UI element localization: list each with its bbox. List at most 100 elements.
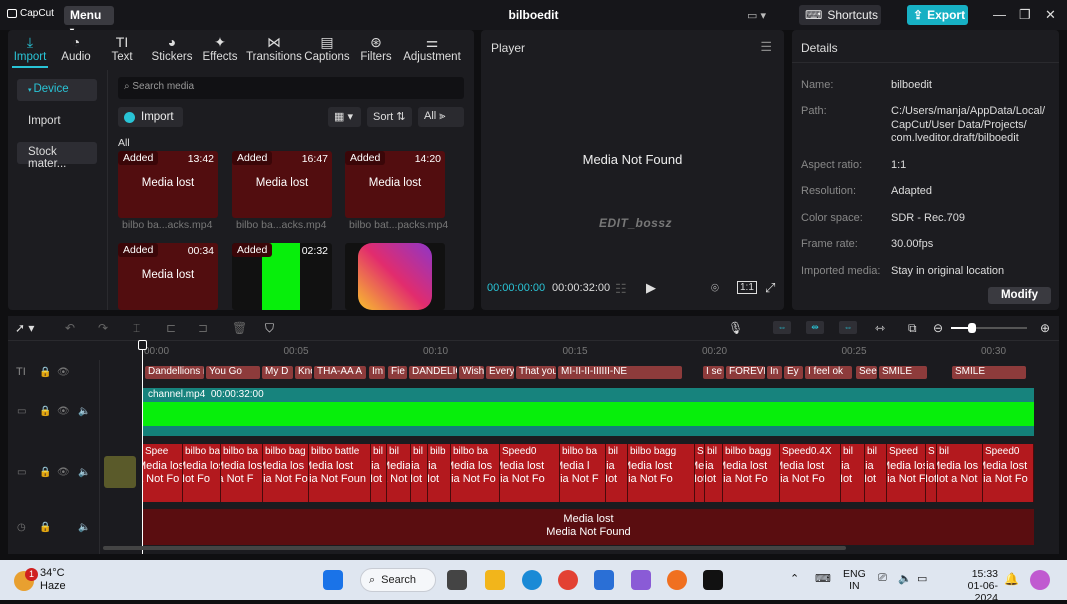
text-clip[interactable]: Every xyxy=(486,366,514,379)
lost-media-clip[interactable]: Spee Media losa Not Fo xyxy=(143,444,183,502)
lock-icon[interactable]: 🔒 xyxy=(39,406,51,417)
tab-text[interactable]: TI Text xyxy=(100,33,144,63)
timeline-scrollbar[interactable] xyxy=(103,546,846,550)
view-toggle[interactable]: ▦ ▾ xyxy=(328,107,361,127)
shield-icon[interactable]: ⛉ xyxy=(265,321,274,336)
split-icon[interactable]: ⌶ xyxy=(133,321,140,336)
delete-icon[interactable]: 🗑 xyxy=(232,321,247,335)
lost-media-clip[interactable]: bilb diaNot xyxy=(428,444,451,502)
media-thumbnail[interactable] xyxy=(345,243,445,310)
media-thumbnail[interactable]: Added 16:47 Media lost xyxy=(232,151,332,218)
clock[interactable]: 15:33 01-06-2024 xyxy=(956,568,998,604)
zoom-slider[interactable] xyxy=(951,323,1027,333)
chrome-icon[interactable] xyxy=(558,570,578,590)
lost-media-clip[interactable]: Speed0.4X Media lostdia Not Fo xyxy=(780,444,841,502)
layout-icon[interactable]: ▭ ▾ xyxy=(747,9,766,22)
trim-left-icon[interactable]: ⊏ xyxy=(166,321,176,335)
minimize-icon[interactable]: — xyxy=(993,7,1006,22)
lock-icon[interactable]: 🔒 xyxy=(39,467,51,478)
text-clip[interactable]: THA-AA A xyxy=(314,366,366,379)
lost-media-clip[interactable]: SdiaNot xyxy=(926,444,937,502)
close-icon[interactable]: ✕ xyxy=(1045,7,1056,23)
lost-media-clip[interactable]: Speed Media losdia Not Fo xyxy=(887,444,926,502)
lost-media-clip[interactable]: bilbo bagg Media lostdia Not Fo xyxy=(723,444,780,502)
playhead-handle[interactable] xyxy=(138,340,147,350)
lost-media-clip[interactable]: bil Media losNot a Not xyxy=(937,444,983,502)
text-clip[interactable]: I feel ok xyxy=(805,366,852,379)
main-clip-frames[interactable] xyxy=(143,402,1034,426)
lost-media-clip[interactable]: Speed0 Media lostdia Not Fo xyxy=(983,444,1034,502)
text-clip[interactable]: See xyxy=(856,366,877,379)
tab-effects[interactable]: ✦ Effects xyxy=(195,33,245,63)
media-thumbnail[interactable]: Added 13:42 Media lost xyxy=(118,151,218,218)
bell-icon[interactable]: 🔔 xyxy=(1004,572,1019,586)
link-toggle-icon[interactable]: ⇔ xyxy=(773,321,791,334)
zoom-slider-handle[interactable] xyxy=(968,323,976,333)
text-clip[interactable]: Im xyxy=(369,366,385,379)
tab-audio[interactable]: ◔ Audio xyxy=(52,33,100,63)
lost-media-clip[interactable]: bil diaNot xyxy=(841,444,865,502)
lost-media-clip[interactable]: bilbo ba Media losNot Fo xyxy=(183,444,221,502)
export-button[interactable]: ⇪ Export xyxy=(907,5,968,25)
main-video-clip[interactable]: channel.mp4 00:00:32:00 xyxy=(143,388,1034,402)
lost-media-clip[interactable]: bil Mediaa Not xyxy=(387,444,411,502)
lost-media-clip[interactable]: Speed0 Media lostdia Not Fo xyxy=(500,444,560,502)
modify-button[interactable]: Modify xyxy=(988,287,1051,304)
timeline-ruler[interactable]: 00:00 00:05 00:10 00:15 00:20 00:25 00:30 xyxy=(142,340,1059,360)
lost-media-clip[interactable]: bil diaNot xyxy=(371,444,387,502)
preview-axis-icon[interactable]: ⇔ xyxy=(839,321,857,334)
media-thumbnail[interactable]: Added 14:20 Media lost xyxy=(345,151,445,218)
tab-filters[interactable]: ⊛ Filters xyxy=(351,33,401,63)
lost-media-clip[interactable]: bilbo battle Media lostdia Not Foun xyxy=(309,444,371,502)
import-button[interactable]: Import xyxy=(118,107,183,127)
screen-icon[interactable]: ⧉ xyxy=(908,321,917,336)
filter-button[interactable]: All ⫸ xyxy=(418,107,464,127)
side-item-stock[interactable]: Stock mater... xyxy=(17,142,97,170)
search-input[interactable]: ⌕ Search media xyxy=(118,77,464,99)
text-clip[interactable]: DANDELIC xyxy=(409,366,457,379)
microphone-icon[interactable]: 🎙 xyxy=(728,321,743,335)
tab-captions[interactable]: ▤ Captions xyxy=(302,33,352,63)
select-cursor-icon[interactable]: ➚ ▾ xyxy=(15,321,34,335)
language-indicator[interactable]: ENG IN xyxy=(843,568,866,592)
lost-media-clip[interactable]: bil diaNot xyxy=(606,444,628,502)
menu-button[interactable]: Menu ▾ xyxy=(64,6,114,35)
chevron-up-icon[interactable]: ⌃ xyxy=(790,572,799,585)
speaker-icon[interactable]: 🔈 xyxy=(78,467,90,478)
eye-icon[interactable]: 👁 xyxy=(57,467,70,478)
edge-icon[interactable] xyxy=(522,570,542,590)
text-clip[interactable]: I se xyxy=(703,366,724,379)
tab-adjustment[interactable]: ⚌ Adjustment xyxy=(403,33,461,63)
audio-clip[interactable]: Media lost Media Not Found xyxy=(143,509,1034,545)
lost-media-clip[interactable]: bil diaNot xyxy=(411,444,428,502)
tab-import[interactable]: ⤓ Import xyxy=(8,33,52,63)
speaker-icon[interactable]: 🔈 xyxy=(78,522,90,533)
battery-icon[interactable]: ▭ xyxy=(917,572,927,585)
lost-media-clip[interactable]: S MediaNot xyxy=(695,444,705,502)
weather-widget[interactable]: 1 34°C Haze xyxy=(14,567,66,593)
keyboard-icon[interactable]: ⌨ xyxy=(815,572,831,585)
text-clip[interactable]: You Go xyxy=(206,366,260,379)
text-clip[interactable]: SMILE xyxy=(952,366,1026,379)
lost-media-clip[interactable]: bilbo ba Media ldia Not F xyxy=(560,444,606,502)
tab-transitions[interactable]: ⋈ Transitions xyxy=(246,33,302,63)
zoom-in-icon[interactable]: ⊕ xyxy=(1040,321,1050,335)
volume-icon[interactable]: 🔈 xyxy=(898,572,912,585)
task-view-icon[interactable] xyxy=(447,570,467,590)
lock-icon[interactable]: 🔒 xyxy=(39,522,51,533)
lost-media-clip[interactable]: bilbo ba Media losdia Not Fo xyxy=(451,444,500,502)
media-thumbnail[interactable]: Added 00:34 Media lost xyxy=(118,243,218,310)
undo-icon[interactable]: ↶ xyxy=(65,321,75,335)
store-icon[interactable] xyxy=(594,570,614,590)
taskbar-search[interactable]: ⌕ Search xyxy=(360,568,436,592)
text-clip[interactable]: Ey xyxy=(784,366,803,379)
tab-stickers[interactable]: ◕ Stickers xyxy=(147,33,197,63)
media-thumbnail[interactable]: Added 02:32 xyxy=(232,243,332,310)
fullscreen-icon[interactable]: ⤢ xyxy=(765,280,775,296)
text-clip[interactable]: FOREVE xyxy=(726,366,765,379)
lock-icon[interactable]: 🔒 xyxy=(39,367,51,378)
restore-icon[interactable]: ❐ xyxy=(1019,7,1031,23)
text-clip[interactable]: That you xyxy=(516,366,556,379)
eye-icon[interactable]: 👁 xyxy=(57,406,70,417)
eye-icon[interactable]: 👁 xyxy=(57,367,70,378)
